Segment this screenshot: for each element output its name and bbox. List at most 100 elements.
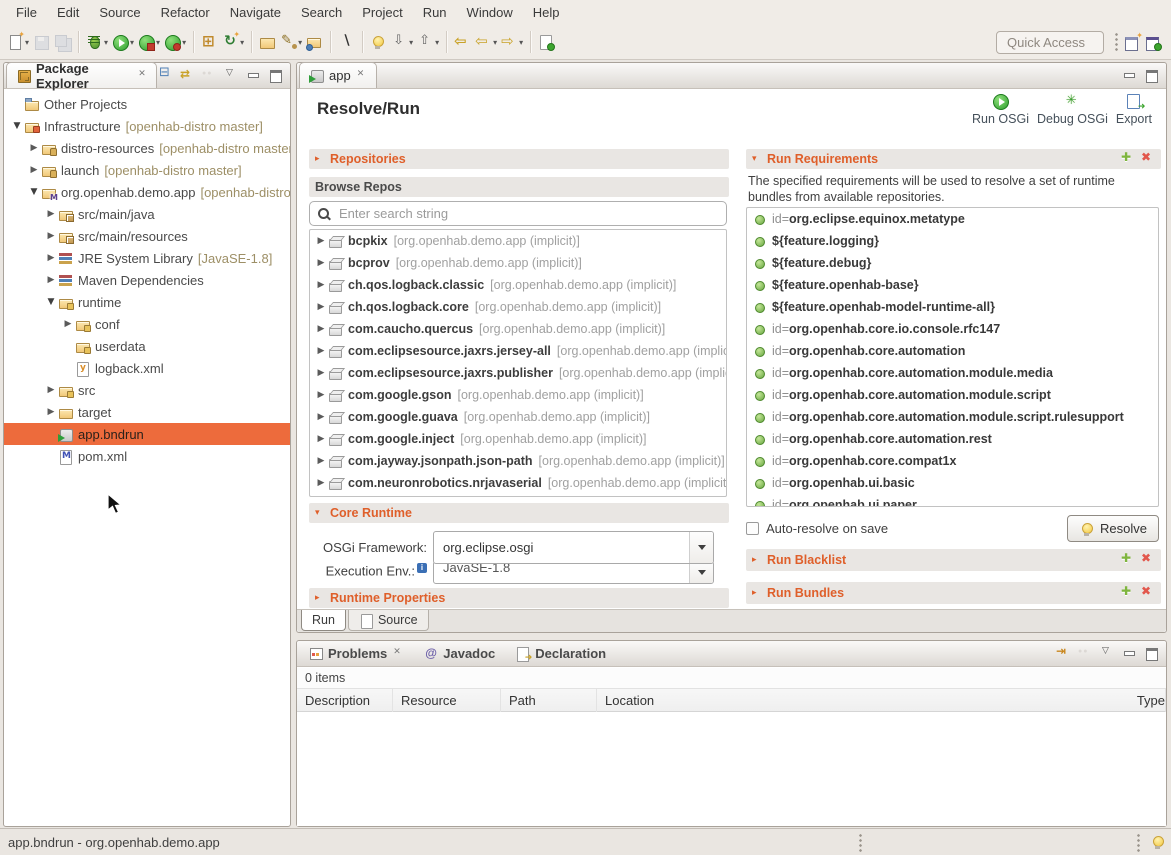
menu-item[interactable]: Window (457, 0, 523, 25)
toolbar-button[interactable]: ▾ (220, 29, 246, 55)
tree-item[interactable]: JRE System Library [JavaSE-1.8] (4, 247, 290, 269)
expand-arrow-icon[interactable] (44, 275, 58, 285)
tree-item[interactable]: runtime (4, 291, 290, 313)
repo-list-item[interactable]: com.eclipsesource.jaxrs.jersey-all [org.… (310, 340, 726, 362)
tree-item[interactable]: src/main/java (4, 203, 290, 225)
toolbar-button[interactable]: ▾ (473, 29, 499, 55)
java-perspective-icon[interactable] (1145, 34, 1162, 51)
execution-env-combo[interactable]: JavaSE-1.8 (433, 561, 714, 584)
requirement-item[interactable]: ${ feature.debug } (747, 252, 1158, 274)
toolbar-button[interactable]: ▾ (278, 29, 304, 55)
requirement-item[interactable]: id= org.openhab.ui.paper (747, 494, 1158, 507)
expand-arrow-icon[interactable] (44, 209, 58, 219)
expand-arrow-icon[interactable] (27, 165, 41, 175)
menu-item[interactable]: Help (523, 0, 570, 25)
requirement-item[interactable]: id= org.openhab.ui.basic (747, 472, 1158, 494)
dropdown-caret-icon[interactable]: ▾ (409, 38, 413, 47)
toolbar-button[interactable]: ▾ (136, 29, 162, 55)
repo-list-item[interactable]: com.google.gson [org.openhab.demo.app (i… (310, 384, 726, 406)
focus-problems-icon[interactable] (1055, 645, 1072, 662)
tree-item[interactable]: pom.xml (4, 445, 290, 467)
section-collapse-icon[interactable] (315, 593, 325, 603)
expand-arrow-icon[interactable] (44, 297, 58, 307)
expand-arrow-icon[interactable] (314, 302, 328, 312)
section-repositories[interactable]: Repositories (309, 149, 729, 169)
tree-item[interactable]: target (4, 401, 290, 423)
close-icon[interactable] (137, 70, 147, 81)
menu-item[interactable]: Source (89, 0, 150, 25)
maximize-icon[interactable] (1143, 67, 1160, 84)
view-menu-icon[interactable] (223, 67, 240, 84)
close-icon[interactable] (392, 648, 403, 659)
toolbar-button[interactable] (368, 29, 389, 55)
toolbar-button[interactable] (31, 29, 52, 55)
toolbar-button[interactable]: ▾ (162, 29, 188, 55)
dropdown-caret-icon[interactable]: ▾ (435, 38, 439, 47)
section-core-runtime[interactable]: Core Runtime (309, 503, 729, 523)
section-collapse-icon[interactable] (752, 588, 762, 598)
requirement-item[interactable]: id= org.openhab.core.automation.module.s… (747, 406, 1158, 428)
column-header[interactable]: Description (297, 689, 393, 713)
repo-list-item[interactable]: ch.qos.logback.classic [org.openhab.demo… (310, 274, 726, 296)
resolve-button[interactable]: Resolve (1067, 515, 1159, 542)
dropdown-caret-icon[interactable]: ▾ (25, 38, 29, 47)
requirement-item[interactable]: id= org.openhab.core.automation.module.s… (747, 384, 1158, 406)
open-perspective-icon[interactable] (1124, 34, 1141, 51)
repo-list-item[interactable]: com.neuronrobotics.nrjavaserial [org.ope… (310, 472, 726, 494)
dropdown-caret-icon[interactable]: ▾ (156, 38, 160, 47)
toolbar-button[interactable]: ▾ (499, 29, 525, 55)
toolbar-button[interactable] (536, 29, 557, 55)
chevron-down-icon[interactable] (689, 562, 713, 583)
menu-item[interactable]: Navigate (220, 0, 291, 25)
menu-item[interactable]: Search (291, 0, 352, 25)
bottom-view-tab[interactable]: Javadoc (414, 641, 504, 666)
requirement-item[interactable]: id= org.openhab.core.automation.module.m… (747, 362, 1158, 384)
dropdown-caret-icon[interactable]: ▾ (240, 38, 244, 47)
add-blacklist-icon[interactable] (1121, 553, 1135, 567)
chevron-down-icon[interactable] (689, 532, 713, 563)
tree-item[interactable]: Infrastructure [openhab-distro master] (4, 115, 290, 137)
expand-arrow-icon[interactable] (314, 258, 328, 268)
menu-item[interactable]: Edit (47, 0, 89, 25)
tree-item[interactable]: Other Projects (4, 93, 290, 115)
view-menu-icon[interactable] (1099, 645, 1116, 662)
repo-list-item[interactable]: com.caucho.quercus [org.openhab.demo.app… (310, 318, 726, 340)
editor-action-button[interactable]: Debug OSGi (1035, 93, 1110, 126)
auto-resolve-checkbox[interactable] (746, 522, 759, 535)
dropdown-caret-icon[interactable]: ▾ (182, 38, 186, 47)
tree-item[interactable]: userdata (4, 335, 290, 357)
tree-item[interactable]: launch [openhab-distro master] (4, 159, 290, 181)
toolbar-button[interactable] (336, 29, 357, 55)
section-collapse-icon[interactable] (315, 508, 325, 518)
section-run-blacklist[interactable]: Run Blacklist (746, 549, 1161, 571)
dropdown-caret-icon[interactable]: ▾ (130, 38, 134, 47)
bottom-view-tab[interactable]: Declaration (506, 641, 615, 666)
tree-item[interactable]: src (4, 379, 290, 401)
expand-arrow-icon[interactable] (10, 121, 24, 131)
repo-list-item[interactable]: bcpkix [org.openhab.demo.app (implicit)] (310, 230, 726, 252)
menu-item[interactable]: Refactor (151, 0, 220, 25)
quick-access-input[interactable]: Quick Access (996, 31, 1104, 54)
requirement-item[interactable]: id= org.openhab.core.automation.rest (747, 428, 1158, 450)
toolbar-button[interactable] (304, 29, 325, 55)
close-icon[interactable] (356, 70, 367, 81)
maximize-icon[interactable] (267, 67, 284, 84)
toolbar-button[interactable]: ▾ (415, 29, 441, 55)
tab-package-explorer[interactable]: Package Explorer (6, 62, 157, 88)
section-run-bundles[interactable]: Run Bundles (746, 582, 1161, 604)
requirement-item[interactable]: id= org.openhab.core.automation (747, 340, 1158, 362)
section-collapse-icon[interactable] (752, 154, 762, 164)
repo-search-box[interactable] (309, 201, 727, 226)
column-header[interactable]: Path (501, 689, 597, 713)
remove-bundle-icon[interactable] (1141, 586, 1155, 600)
expand-arrow-icon[interactable] (27, 143, 41, 153)
repo-list-item[interactable]: com.jayway.jsonpath.json-path [org.openh… (310, 450, 726, 472)
expand-arrow-icon[interactable] (314, 478, 328, 488)
tree-item[interactable]: conf (4, 313, 290, 335)
toolbar-button[interactable]: ▾ (389, 29, 415, 55)
column-header[interactable]: Type (1129, 689, 1166, 713)
editor-action-button[interactable]: Export (1114, 93, 1154, 126)
expand-arrow-icon[interactable] (314, 346, 328, 356)
requirement-item[interactable]: ${ feature.openhab-model-runtime-all } (747, 296, 1158, 318)
tab-source[interactable]: Source (348, 610, 429, 631)
